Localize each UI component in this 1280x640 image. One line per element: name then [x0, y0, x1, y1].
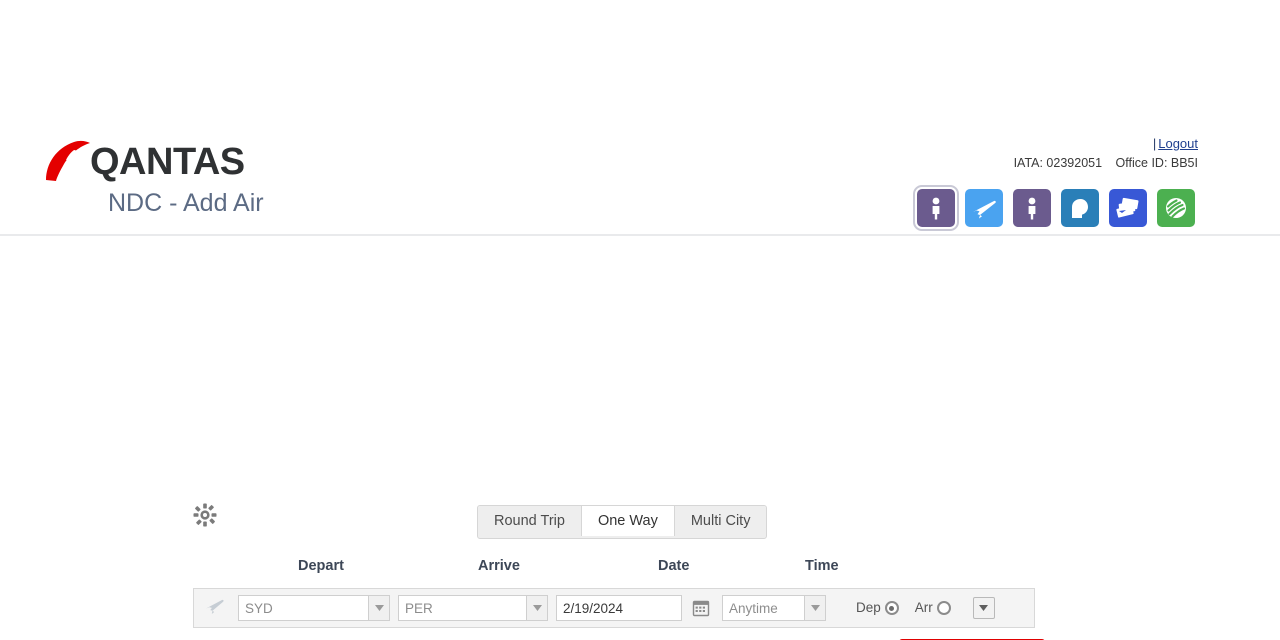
passenger-icon[interactable] [913, 185, 959, 231]
brand-block: QANTAS NDC - Add Air [40, 140, 360, 218]
office-id: Office ID: BB5I [1115, 156, 1198, 170]
hotel-icon[interactable] [1157, 189, 1195, 227]
depart-dropdown-chevron-down-icon[interactable] [368, 595, 390, 621]
logo-row: QANTAS [40, 140, 360, 184]
logout-row: | Logout [1004, 136, 1198, 152]
time-dropdown-chevron-down-icon[interactable] [804, 595, 826, 621]
qantas-kangaroo-logo [40, 140, 94, 184]
arr-radio-label: Arr [914, 600, 933, 615]
account-block: | Logout IATA: 02392051 Office ID: BB5I [1004, 136, 1198, 171]
date-input[interactable] [556, 595, 682, 621]
column-headers: Depart Arrive Date Time [193, 556, 1035, 578]
arrive-input[interactable] [398, 595, 526, 621]
dep-radio[interactable] [884, 601, 899, 615]
icon-toolbar [913, 185, 1195, 231]
column-header-arrive: Arrive [478, 558, 520, 574]
logout-link[interactable]: Logout [1158, 136, 1198, 151]
qantas-wordmark: QANTAS [90, 141, 245, 183]
arr-radio[interactable] [936, 601, 951, 615]
page-header: QANTAS NDC - Add Air | Logout IATA: 02392… [0, 0, 1280, 236]
time-input[interactable] [722, 595, 804, 621]
gear-icon[interactable] [192, 502, 218, 528]
airplane-icon [194, 589, 238, 627]
tickets-icon[interactable] [1109, 189, 1147, 227]
column-header-time: Time [805, 558, 839, 574]
arrive-combo [398, 595, 548, 621]
arrive-dropdown-chevron-down-icon[interactable] [526, 595, 548, 621]
tab-one-way[interactable]: One Way [581, 506, 675, 536]
flight-icon[interactable] [965, 189, 1003, 227]
iata-number: IATA: 02392051 [1013, 156, 1103, 170]
tab-multi-city[interactable]: Multi City [674, 506, 767, 536]
traveler-icon[interactable] [1013, 189, 1051, 227]
app-page: QANTAS NDC - Add Air | Logout IATA: 02392… [0, 0, 1280, 640]
flight-segment-row: Dep Arr [193, 588, 1035, 628]
dep-arr-radio-group: Dep Arr [856, 597, 995, 619]
tab-round-trip[interactable]: Round Trip [478, 506, 582, 536]
calendar-icon[interactable] [688, 595, 714, 621]
more-options-chevron-down-icon[interactable] [972, 597, 995, 619]
depart-input[interactable] [238, 595, 368, 621]
search-panel: Round Trip One Way Multi City Depart Arr… [0, 236, 1280, 640]
agency-info: IATA: 02392051 Office ID: BB5I [1004, 155, 1198, 171]
column-header-date: Date [658, 558, 690, 574]
profile-head-icon[interactable] [1061, 189, 1099, 227]
app-subtitle: NDC - Add Air [108, 189, 264, 217]
dep-radio-label: Dep [856, 600, 881, 615]
time-combo [722, 595, 826, 621]
depart-combo [238, 595, 390, 621]
column-header-depart: Depart [298, 558, 344, 574]
trip-type-tabs: Round Trip One Way Multi City [477, 505, 768, 539]
